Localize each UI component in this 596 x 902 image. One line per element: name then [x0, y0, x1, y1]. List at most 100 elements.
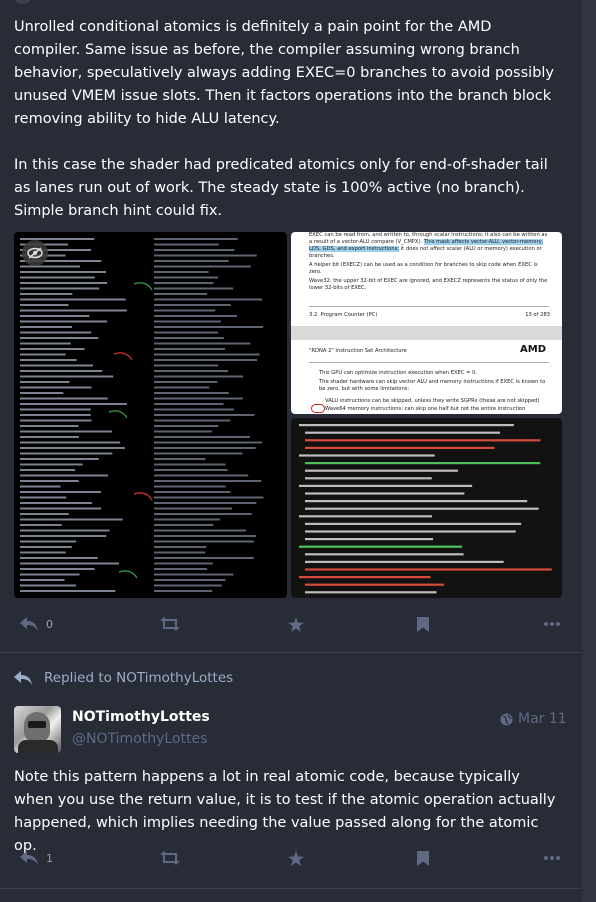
code-line: [305, 583, 444, 586]
code-line: [20, 276, 95, 279]
code-line: [154, 529, 246, 532]
code-line: [299, 454, 435, 457]
code-line: [20, 535, 107, 537]
status-divider: [0, 888, 582, 889]
code-line: [20, 458, 99, 460]
replied-to-note[interactable]: Replied to NOTimothyLottes: [14, 670, 233, 686]
more-button[interactable]: [544, 611, 560, 637]
code-line: [20, 480, 79, 482]
code-line: [20, 414, 91, 416]
doc-text: A helper bit (EXECZ) can be used as a co…: [309, 262, 538, 275]
display-name[interactable]: NOTimothyLottes: [72, 709, 210, 725]
avatar[interactable]: [14, 706, 61, 753]
status-paragraph: In this case the shader had predicated a…: [14, 157, 548, 219]
post-date[interactable]: Mar 11: [500, 711, 567, 727]
reply-button[interactable]: 0: [20, 611, 53, 637]
code-line: [20, 282, 108, 284]
doc-text: This GPU can optimize instruction execut…: [319, 370, 478, 376]
code-line: [20, 469, 76, 471]
code-line: [154, 249, 235, 251]
hide-media-button[interactable]: [22, 240, 48, 266]
status-paragraph: Unrolled conditional atomics is definite…: [14, 19, 555, 127]
code-line: [154, 518, 220, 521]
code-line: [20, 546, 72, 548]
code-line: [20, 265, 80, 268]
code-line: [20, 502, 92, 504]
code-line: [20, 397, 108, 400]
code-line: [20, 496, 67, 499]
code-line: [154, 408, 234, 411]
code-line: [20, 518, 123, 521]
status-content: Unrolled conditional atomics is definite…: [14, 16, 562, 223]
annotation-mark: [113, 352, 133, 361]
doc-page-gap: [291, 326, 562, 340]
code-line: [20, 320, 108, 323]
code-line: [20, 557, 98, 559]
code-line: [20, 551, 66, 554]
code-line: [154, 392, 229, 394]
code-line: [154, 414, 255, 416]
favourite-button[interactable]: [288, 845, 304, 871]
code-line: [154, 430, 212, 433]
favourite-button[interactable]: [288, 611, 304, 637]
media-image-shader-code[interactable]: [291, 418, 562, 598]
reply-count: 1: [46, 851, 53, 865]
code-line: [305, 492, 465, 495]
code-line: [154, 557, 254, 559]
code-line: [154, 584, 222, 587]
code-line: [20, 298, 126, 301]
code-line: [154, 463, 226, 466]
ellipsis-icon: [544, 622, 560, 626]
reply-count: 0: [46, 617, 53, 631]
code-line: [154, 326, 264, 328]
code-line: [154, 260, 229, 262]
code-line: [154, 370, 229, 372]
code-line: [154, 546, 207, 548]
status-divider: [0, 652, 582, 653]
account-handle[interactable]: @NOTimothyLottes: [72, 731, 207, 747]
code-line: [154, 348, 226, 350]
code-line: [154, 535, 257, 537]
boost-icon: [160, 617, 180, 631]
media-image-isa-doc[interactable]: EXEC can be read from, and written to, t…: [291, 232, 562, 414]
doc-header: "RDNA 2" Instruction Set Architecture: [309, 348, 407, 354]
code-line: [20, 364, 93, 367]
code-line: [20, 370, 103, 372]
code-line: [305, 469, 458, 472]
boost-icon: [160, 851, 180, 865]
more-button[interactable]: [544, 845, 560, 871]
bookmark-button[interactable]: [417, 845, 429, 871]
media-image-disassembly[interactable]: [14, 232, 287, 598]
code-line: [154, 265, 251, 268]
code-line: [20, 337, 99, 339]
code-line: [20, 326, 72, 328]
code-line: [20, 513, 69, 515]
code-line: [20, 293, 73, 295]
code-line: [154, 375, 244, 378]
reply-button[interactable]: 1: [20, 845, 53, 871]
code-line: [154, 403, 224, 405]
doc-bullet: VALU instructions can be skipped, unless…: [325, 398, 540, 404]
code-line: [305, 538, 434, 541]
code-line: [299, 484, 473, 487]
boost-button[interactable]: [160, 611, 180, 637]
code-line: [154, 381, 218, 383]
star-icon: [288, 616, 304, 632]
code-line: [20, 441, 121, 444]
boost-button[interactable]: [160, 845, 180, 871]
annotation-mark: [133, 492, 153, 501]
bookmark-button[interactable]: [417, 611, 429, 637]
code-line: [154, 298, 263, 301]
code-line: [20, 419, 92, 422]
code-line: [20, 590, 116, 592]
replied-to-label: Replied to NOTimothyLottes: [44, 670, 234, 686]
code-line: [305, 446, 495, 449]
code-line: [20, 309, 127, 312]
code-line: [154, 480, 262, 482]
code-line: [154, 491, 231, 493]
annotation-mark: [118, 570, 138, 579]
scrollbar[interactable]: [582, 0, 596, 902]
code-line: [154, 513, 252, 515]
code-line: [154, 524, 214, 526]
code-line: [20, 491, 102, 493]
